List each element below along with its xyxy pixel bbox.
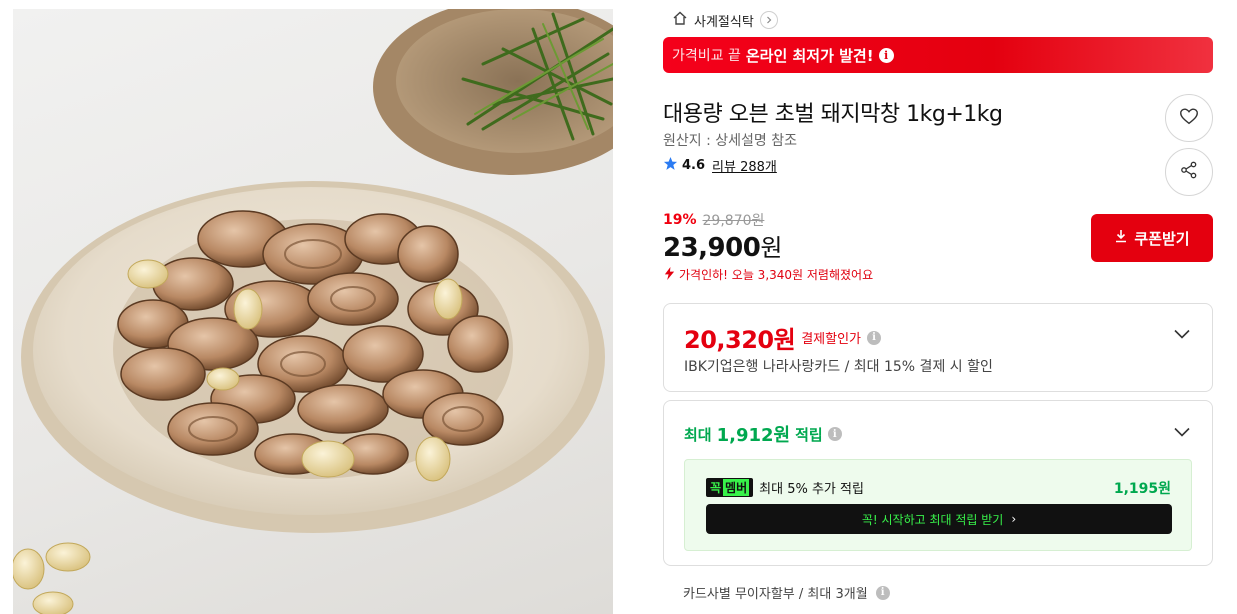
payment-desc: IBK기업은행 나라사랑카드 / 최대 15% 결제 시 할인 — [684, 359, 993, 375]
rating-score: 4.6 — [682, 158, 706, 173]
coupon-button[interactable]: 쿠폰받기 — [1091, 214, 1213, 262]
product-image — [13, 9, 613, 614]
membership-badge-left: 꼭 — [710, 481, 722, 495]
membership-badge: 꼭 멤버 — [706, 478, 754, 497]
coupon-label: 쿠폰받기 — [1134, 229, 1190, 248]
points-card[interactable]: 최대 1,912원 적립 i 꼭 멤버 최대 5% 추가 적립 1,195원 꼭!… — [663, 400, 1213, 566]
original-price: 29,870원 — [702, 213, 765, 229]
product-photo — [13, 9, 613, 614]
product-title: 대용량 오븐 초벌 돼지막창 1kg+1kg — [663, 102, 1003, 127]
price-drop-text: 가격인하! 오늘 3,340원 저렴해졌어요 — [679, 268, 874, 282]
payment-price-label: 결제할인가 — [801, 332, 862, 347]
price-drop-notice: 가격인하! 오늘 3,340원 저렴해졌어요 — [663, 266, 873, 283]
price-down-icon — [663, 266, 676, 283]
discount-row: 19% 29,870원 — [663, 210, 764, 230]
sale-price-unit: 원 — [760, 234, 782, 262]
membership-badge-right: 멤버 — [723, 479, 750, 496]
store-link[interactable]: 사계절식탁 — [672, 10, 778, 30]
lowest-price-banner[interactable]: 가격비교 끝 온라인 최저가 발견! i — [663, 37, 1213, 73]
points-title: 최대 1,912원 적립 i — [684, 421, 842, 447]
points-amount: 1,912원 — [716, 425, 791, 446]
home-icon — [672, 10, 688, 30]
chevron-down-icon[interactable] — [1172, 324, 1192, 344]
discount-rate: 19% — [663, 212, 697, 228]
share-button[interactable] — [1165, 148, 1213, 196]
membership-cta-label: 꼭! 시작하고 최대 적립 받기 — [861, 512, 1004, 527]
membership-box: 꼭 멤버 최대 5% 추가 적립 1,195원 꼭! 시작하고 최대 적립 받기 … — [684, 459, 1192, 551]
membership-row: 꼭 멤버 최대 5% 추가 적립 — [706, 478, 864, 497]
star-icon — [663, 156, 678, 175]
share-icon — [1179, 160, 1199, 184]
chevron-right-icon: › — [1011, 512, 1017, 526]
heart-icon — [1178, 105, 1200, 131]
chevron-down-icon[interactable] — [1172, 422, 1192, 442]
sale-price: 23,900원 — [663, 228, 782, 263]
rating-row: 4.6 리뷰 288개 — [663, 156, 777, 175]
sale-price-number: 23,900 — [663, 233, 761, 263]
points-prefix: 최대 — [684, 425, 712, 444]
installment-text: 카드사별 무이자할부 / 최대 3개월 — [683, 587, 868, 602]
membership-amount: 1,195원 — [1113, 481, 1171, 497]
product-info-panel: 사계절식탁 가격비교 끝 온라인 최저가 발견! i 대용량 오븐 초벌 돼지막… — [663, 0, 1213, 614]
info-icon[interactable]: i — [878, 47, 894, 63]
store-name: 사계절식탁 — [694, 14, 754, 30]
origin-text: 원산지 : 상세설명 참조 — [663, 133, 797, 149]
download-icon — [1114, 229, 1128, 247]
info-icon[interactable]: i — [867, 330, 882, 345]
membership-text: 최대 5% 추가 적립 — [759, 482, 864, 497]
review-count-link[interactable]: 리뷰 288개 — [712, 156, 777, 175]
payment-price-row: 20,320원 결제할인가 i — [684, 320, 882, 355]
payment-price: 20,320원 — [684, 326, 796, 354]
info-icon[interactable]: i — [827, 427, 842, 441]
banner-highlight: 온라인 최저가 발견! — [745, 46, 874, 65]
installment-info: 카드사별 무이자할부 / 최대 3개월 i — [683, 583, 890, 602]
info-icon[interactable]: i — [875, 585, 890, 600]
points-suffix: 적립 — [795, 425, 823, 444]
membership-join-button[interactable]: 꼭! 시작하고 최대 적립 받기 › — [706, 504, 1172, 534]
payment-discount-card[interactable]: 20,320원 결제할인가 i IBK기업은행 나라사랑카드 / 최대 15% … — [663, 303, 1213, 392]
wishlist-button[interactable] — [1165, 94, 1213, 142]
banner-prefix: 가격비교 끝 — [672, 48, 741, 64]
chevron-right-icon — [759, 11, 778, 29]
